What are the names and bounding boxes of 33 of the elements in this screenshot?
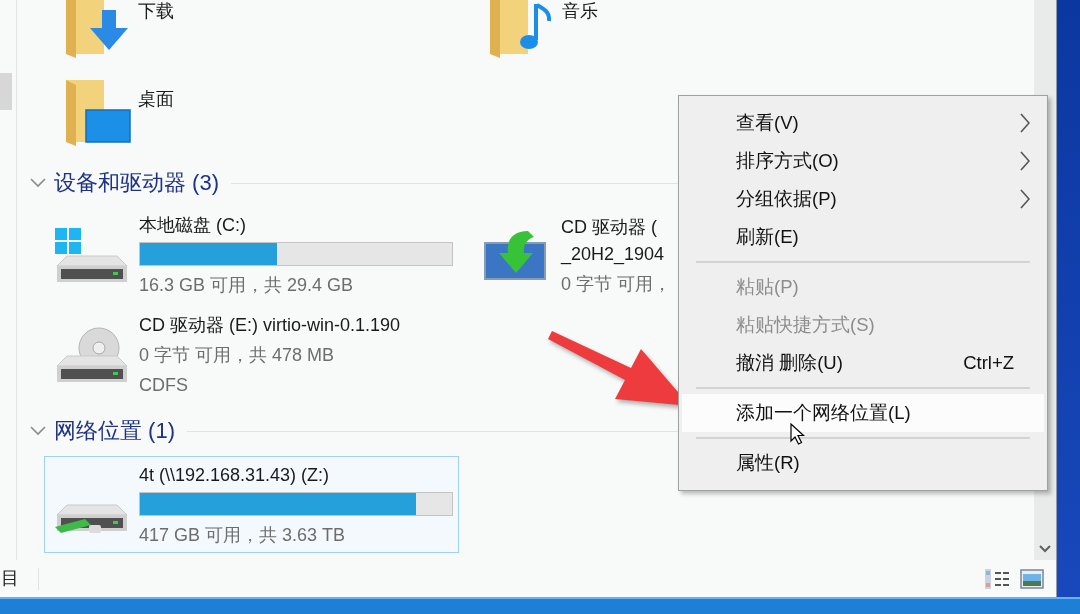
file-system-text: CDFS: [139, 374, 188, 396]
menu-item[interactable]: 添加一个网络位置(L): [682, 394, 1044, 432]
drive-name[interactable]: 本地磁盘 (C:): [139, 214, 246, 236]
group-header[interactable]: 网络位置 (1): [54, 418, 175, 444]
drive-space-text: 0 字节 可用，: [561, 272, 671, 295]
status-text: 目: [0, 567, 19, 590]
chevron-down-icon[interactable]: [30, 426, 46, 436]
menu-item[interactable]: 刷新(E): [682, 218, 1044, 256]
menu-item[interactable]: 排序方式(O): [682, 142, 1044, 180]
folder-label[interactable]: 桌面: [138, 76, 174, 110]
scroll-down-icon[interactable]: [1039, 545, 1051, 553]
drive-space-text: 0 字节 可用，共 478 MB: [139, 344, 335, 366]
menu-item[interactable]: 查看(V): [682, 104, 1044, 142]
setup-disc-icon[interactable]: [484, 229, 546, 281]
drive-name[interactable]: 4t (\\192.168.31.43) (Z:): [139, 464, 330, 486]
large-icons-view-icon[interactable]: [1020, 568, 1044, 589]
group-header[interactable]: 设备和驱动器 (3): [54, 170, 219, 196]
shortcut-text: Ctrl+Z: [963, 351, 1014, 376]
navigation-scrollbar-thumb[interactable]: [0, 73, 12, 110]
menu-item[interactable]: 分组依据(P): [682, 180, 1044, 218]
drive-space-text: 16.3 GB 可用，共 29.4 GB: [139, 274, 354, 296]
drive-name[interactable]: CD 驱动器 (E:) virtio-win-0.1.190: [139, 314, 401, 336]
chevron-down-icon[interactable]: [30, 178, 46, 188]
selected-drive-tile[interactable]: 4t (\\192.168.31.43) (Z:) 417 GB 可用，共 3.63 TB: [44, 456, 459, 553]
details-view-icon[interactable]: [984, 566, 1010, 591]
menu-item[interactable]: 属性(R): [682, 444, 1044, 482]
menu-item[interactable]: 撤消 删除(U) Ctrl+Z: [682, 344, 1044, 382]
drive-name[interactable]: CD 驱动器 (: [561, 215, 657, 238]
mouse-cursor-icon: [790, 423, 805, 445]
drive-space-text: 417 GB 可用，共 3.63 TB: [139, 524, 346, 546]
folder-label[interactable]: 音乐: [562, 0, 598, 22]
folder-label[interactable]: 下载: [138, 0, 174, 22]
drive-name[interactable]: _20H2_1904: [561, 242, 665, 265]
